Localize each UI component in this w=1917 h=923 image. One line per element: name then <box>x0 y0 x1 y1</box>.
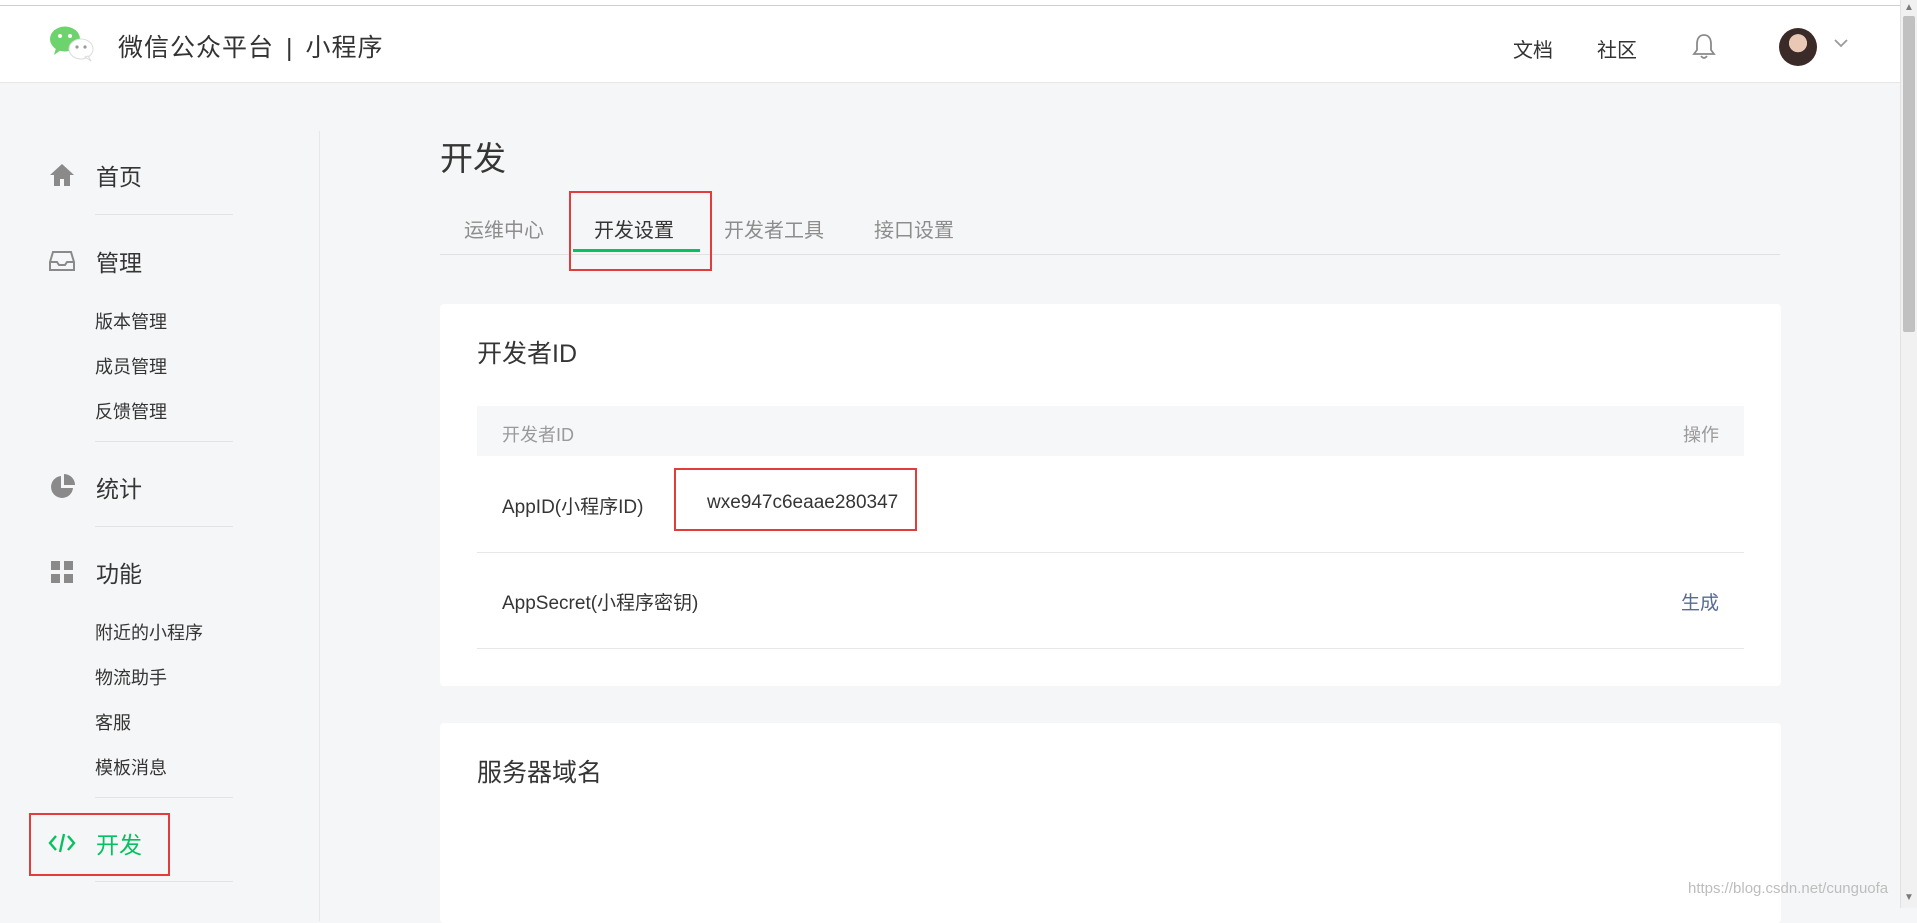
sidebar-item-label: 功能 <box>96 561 142 587</box>
sidebar-item-manage[interactable]: 管理 <box>48 244 142 278</box>
top-header: 微信公众平台 | 小程序 文档 社区 <box>0 6 1900 83</box>
highlight-box-appid <box>674 468 917 531</box>
sidebar-item-member-manage[interactable]: 成员管理 <box>95 353 167 379</box>
sidebar-item-label: 首页 <box>96 164 142 190</box>
brand-title: 微信公众平台 | 小程序 <box>118 28 384 64</box>
highlight-box-develop <box>29 813 170 876</box>
column-header-name: 开发者ID <box>502 425 574 445</box>
sidebar-divider-line <box>95 881 233 882</box>
sidebar-divider-line <box>95 214 233 215</box>
sidebar-item-template-message[interactable]: 模板消息 <box>95 754 167 780</box>
product-name: 小程序 <box>305 34 384 62</box>
row-label: AppSecret(小程序密钥) <box>502 593 699 614</box>
grid-icon <box>48 558 76 586</box>
sidebar-item-customer-service[interactable]: 客服 <box>95 709 131 735</box>
avatar[interactable] <box>1779 28 1817 66</box>
sidebar-item-features[interactable]: 功能 <box>48 555 142 589</box>
sidebar-divider-line <box>95 441 233 442</box>
sidebar-divider <box>319 131 320 921</box>
sidebar-item-label: 管理 <box>96 250 142 276</box>
page-title: 开发 <box>440 140 506 177</box>
sidebar-item-feedback-manage[interactable]: 反馈管理 <box>95 398 167 424</box>
developer-id-card: 开发者ID 开发者ID 操作 AppID(小程序ID) wxe947c6eaae… <box>440 304 1781 686</box>
sidebar-item-version-manage[interactable]: 版本管理 <box>95 308 167 334</box>
scroll-down-arrow-icon[interactable]: ▼ <box>1904 892 1914 903</box>
bell-icon[interactable] <box>1692 32 1716 60</box>
generate-secret-link[interactable]: 生成 <box>1681 588 1719 615</box>
row-label: AppID(小程序ID) <box>502 497 644 518</box>
sidebar-item-home[interactable]: 首页 <box>48 158 142 192</box>
brand-separator: | <box>286 34 294 62</box>
column-header-action: 操作 <box>1683 425 1719 445</box>
chevron-down-icon[interactable] <box>1834 38 1848 48</box>
tab-ops-center[interactable]: 运维中心 <box>464 214 544 243</box>
tab-dev-tools[interactable]: 开发者工具 <box>724 214 824 243</box>
docs-link[interactable]: 文档 <box>1513 34 1553 63</box>
table-header: 开发者ID 操作 <box>477 406 1744 456</box>
scroll-up-arrow-icon[interactable]: ▲ <box>1904 2 1914 13</box>
home-icon <box>48 161 76 189</box>
tab-api-settings[interactable]: 接口设置 <box>874 214 954 243</box>
sidebar-divider-line <box>95 797 233 798</box>
pie-chart-icon <box>48 473 76 501</box>
scrollbar-thumb[interactable] <box>1903 16 1915 332</box>
sidebar-item-nearby-miniprogram[interactable]: 附近的小程序 <box>95 619 203 645</box>
server-domain-card: 服务器域名 <box>440 723 1781 923</box>
wechat-logo-icon <box>50 26 94 62</box>
card-title: 开发者ID <box>477 340 578 368</box>
table-row-appid: AppID(小程序ID) wxe947c6eaae280347 <box>477 456 1744 553</box>
sidebar-item-logistics[interactable]: 物流助手 <box>95 664 167 690</box>
sidebar-item-stats[interactable]: 统计 <box>48 470 142 504</box>
community-link[interactable]: 社区 <box>1597 34 1637 63</box>
sidebar-item-label: 统计 <box>96 476 142 502</box>
highlight-box-dev-settings <box>569 191 712 271</box>
inbox-icon <box>48 247 76 275</box>
card-title: 服务器域名 <box>477 759 603 787</box>
watermark: https://blog.csdn.net/cunguofa <box>1688 880 1889 897</box>
brand-name: 微信公众平台 <box>118 34 275 62</box>
sidebar-divider-line <box>95 526 233 527</box>
table-row-appsecret: AppSecret(小程序密钥) 生成 <box>477 552 1744 649</box>
